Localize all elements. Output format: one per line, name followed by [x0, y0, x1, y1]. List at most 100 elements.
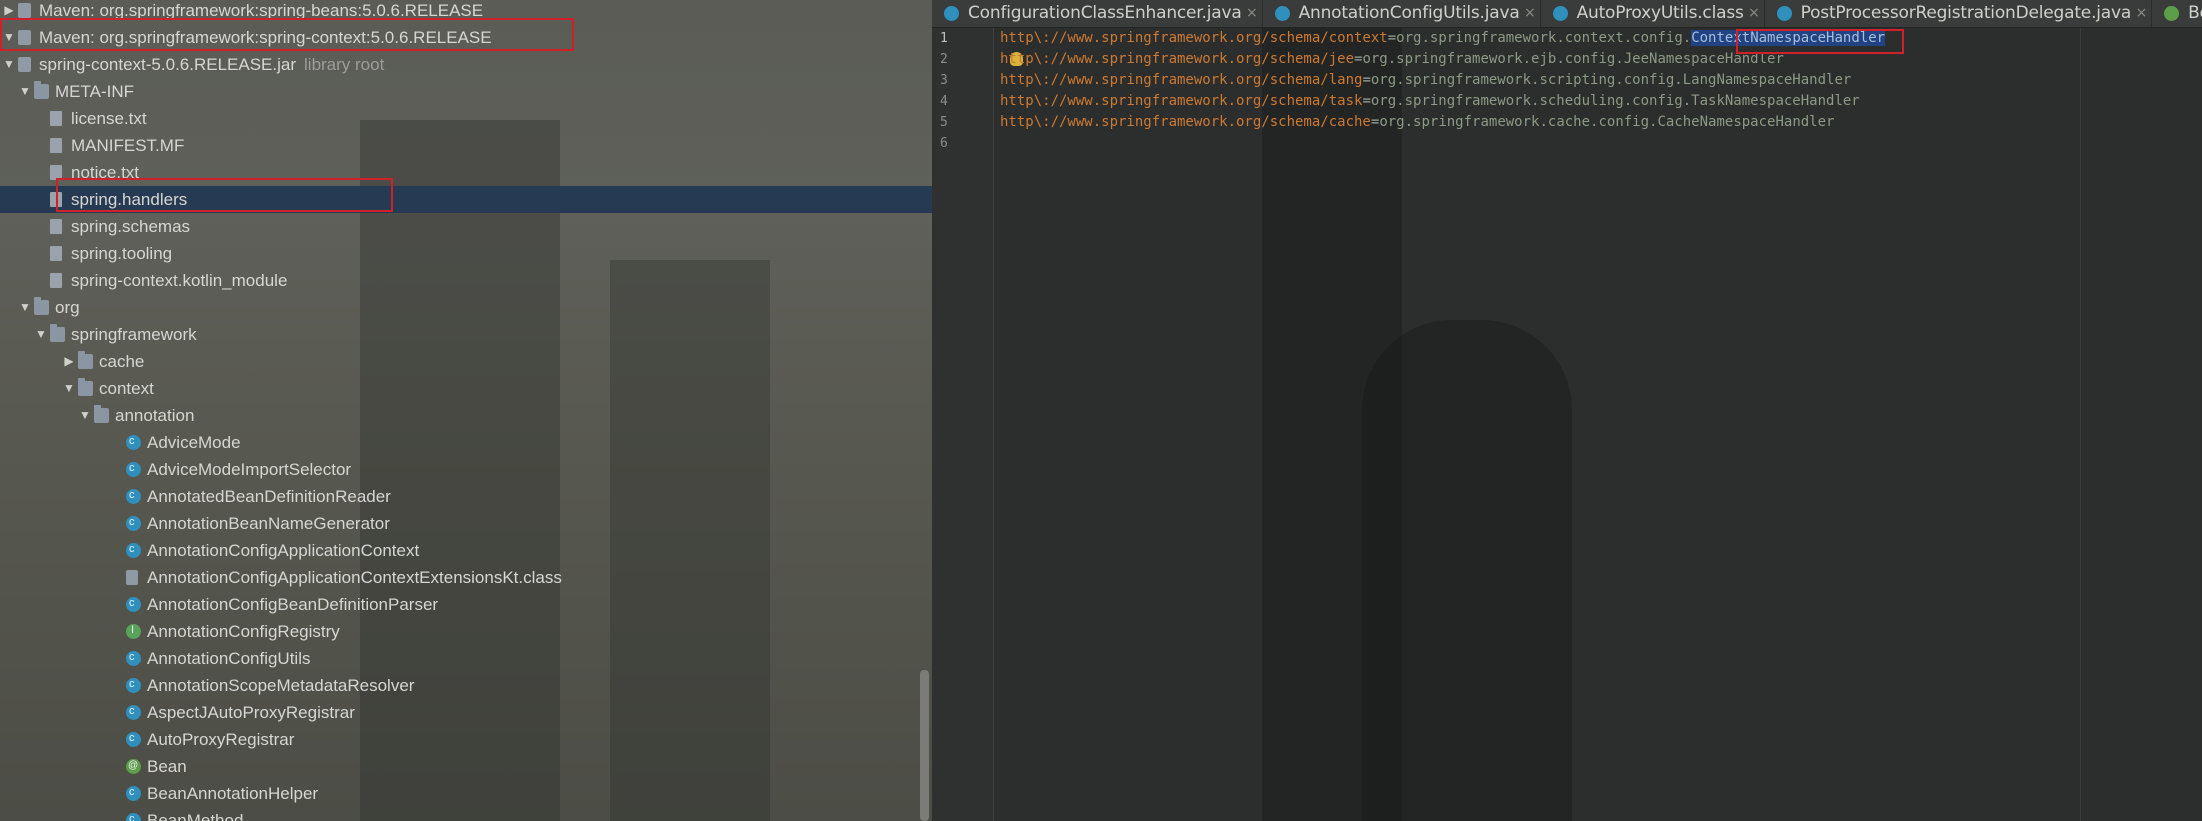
tree-row-label: spring.tooling: [71, 244, 173, 263]
code-line[interactable]: http\://www.springframework.org/schema/l…: [1000, 70, 1885, 91]
tree-row-label: AdviceMode: [147, 433, 241, 452]
tree-row-label: AspectJAutoProxyRegistrar: [147, 703, 355, 722]
tree-row-label: Bean: [147, 757, 187, 776]
close-icon[interactable]: ×: [2136, 0, 2148, 27]
tree-row-label: license.txt: [71, 109, 147, 128]
editor-tab-label: AnnotationConfigUtils.java: [1298, 3, 1520, 23]
class-icon: [126, 428, 141, 455]
tree-row[interactable]: AnnotatedBeanDefinitionReader: [0, 482, 932, 510]
tree-row-label: META-INF: [55, 82, 135, 101]
editor-tab[interactable]: AnnotationConfigUtils.java ×: [1263, 0, 1541, 27]
tree-row[interactable]: AdviceModeImportSelector: [0, 455, 932, 483]
tree-row[interactable]: ▼ org: [0, 294, 932, 321]
code-line[interactable]: [1000, 133, 1885, 154]
tree-row-label: AnnotationConfigBeanDefinitionParser: [147, 595, 439, 614]
class-icon: [1552, 6, 1568, 21]
line-number: 2: [940, 52, 948, 67]
property-value: org.springframework.context.config.: [1396, 30, 1692, 46]
editor-tab-label: ConfigurationClassEnhancer.java: [968, 3, 1242, 23]
property-separator: =: [1362, 93, 1371, 109]
editor-panel: ConfigurationClassEnhancer.java × Annotati…: [932, 0, 2202, 821]
class-icon: [126, 644, 141, 671]
tree-row[interactable]: ▼ META-INF: [0, 78, 932, 105]
tree-row[interactable]: spring.tooling: [0, 240, 932, 267]
tree-row-label: AutoProxyRegistrar: [147, 730, 295, 749]
tree-row-label: spring-context.kotlin_module: [71, 271, 288, 290]
tree-row[interactable]: ▼ context: [0, 375, 932, 402]
property-separator: =: [1387, 30, 1397, 46]
interface-icon: [126, 617, 141, 644]
tree-row[interactable]: MANIFEST.MF: [0, 132, 932, 159]
editor-tab[interactable]: BeanDefi: [2152, 0, 2202, 27]
expand-down-icon[interactable]: ▼: [2, 51, 16, 78]
tree-row[interactable]: ▶ cache: [0, 348, 932, 375]
tree-row[interactable]: AnnotationConfigBeanDefinitionParser: [0, 590, 932, 618]
editor-tab-bar: ConfigurationClassEnhancer.java × Annotati…: [932, 0, 2202, 28]
property-value: org.springframework.ejb.config.JeeNamesp…: [1362, 51, 1784, 67]
editor-tab-label: AutoProxyUtils.class: [1576, 3, 1744, 23]
expand-down-icon[interactable]: ▼: [78, 402, 92, 429]
editor-tab[interactable]: PostProcessorRegistrationDelegate.java ×: [1765, 0, 2153, 27]
file-icon: [50, 246, 62, 261]
tree-row[interactable]: AnnotationBeanNameGenerator: [0, 509, 932, 537]
tree-row-label: cache: [99, 352, 145, 371]
tree-row[interactable]: BeanAnnotationHelper: [0, 779, 932, 807]
tree-row[interactable]: AdviceMode: [0, 428, 932, 456]
tree-row[interactable]: AnnotationConfigUtils: [0, 644, 932, 672]
close-icon[interactable]: ×: [1524, 0, 1536, 27]
expand-down-icon[interactable]: ▼: [18, 78, 32, 105]
tree-row[interactable]: Bean: [0, 752, 932, 780]
tree-row-label: AnnotatedBeanDefinitionReader: [147, 487, 391, 506]
code-line[interactable]: http\://www.springframework.org/schema/c…: [1000, 112, 1885, 133]
line-number: 6: [940, 136, 948, 151]
tree-row-label: annotation: [115, 406, 195, 425]
editor-tab-label: BeanDefi: [2188, 3, 2202, 23]
tree-row[interactable]: AnnotationConfigApplicationContext: [0, 536, 932, 564]
property-value: org.springframework.scheduling.config.Ta…: [1370, 93, 1860, 109]
tree-row-label: MANIFEST.MF: [71, 136, 185, 155]
tree-row[interactable]: BeanMethod: [0, 806, 932, 821]
highlight-box-spring-context: [0, 18, 574, 51]
tree-row[interactable]: AnnotationConfigApplicationContextExtens…: [0, 564, 932, 591]
tree-row-label: BeanMethod: [147, 811, 244, 821]
file-icon: [50, 111, 62, 126]
package-icon: [50, 324, 65, 342]
editor-tab[interactable]: AutoProxyUtils.class ×: [1541, 0, 1765, 27]
tree-row[interactable]: AnnotationScopeMetadataResolver: [0, 671, 932, 699]
file-icon: [50, 273, 62, 288]
tree-row[interactable]: AnnotationConfigRegistry: [0, 617, 932, 645]
editor-tab[interactable]: ConfigurationClassEnhancer.java ×: [932, 0, 1263, 27]
close-icon[interactable]: ×: [1246, 0, 1258, 27]
tree-row[interactable]: spring.schemas: [0, 213, 932, 240]
tree-row[interactable]: AutoProxyRegistrar: [0, 725, 932, 753]
close-icon[interactable]: ×: [1748, 0, 1760, 27]
expand-down-icon[interactable]: ▼: [34, 321, 48, 348]
class-icon: [126, 509, 141, 536]
jar-icon: [18, 57, 31, 72]
code-line[interactable]: http\://www.springframework.org/schema/t…: [1000, 91, 1885, 112]
tree-row-label: AnnotationConfigRegistry: [147, 622, 340, 641]
package-icon: [78, 351, 93, 369]
expand-right-icon[interactable]: ▶: [62, 348, 76, 375]
project-tree-panel: ▶ Maven: org.springframework:spring-beans…: [0, 0, 932, 821]
tree-row[interactable]: AspectJAutoProxyRegistrar: [0, 698, 932, 726]
tree-row-label: AnnotationConfigApplicationContext: [147, 541, 420, 560]
tree-row[interactable]: ▼ annotation: [0, 402, 932, 429]
class-icon: [1274, 6, 1290, 21]
highlight-box-context-namespace-handler: [1736, 29, 1904, 54]
property-separator: =: [1362, 72, 1371, 88]
tree-row[interactable]: spring-context.kotlin_module: [0, 267, 932, 294]
annotation-icon: [126, 752, 141, 779]
tree-row[interactable]: ▼ springframework: [0, 321, 932, 348]
line-number: 5: [940, 115, 948, 130]
tree-scrollbar[interactable]: [920, 670, 929, 821]
expand-down-icon[interactable]: ▼: [62, 375, 76, 402]
tree-row[interactable]: license.txt: [0, 105, 932, 132]
tree-row[interactable]: ▼ spring-context-5.0.6.RELEASE.jar library…: [0, 51, 932, 78]
tree-rows: ▶ Maven: org.springframework:spring-beans…: [0, 0, 932, 821]
folder-icon: [34, 81, 49, 99]
class-icon: [126, 779, 141, 806]
class-icon: [126, 455, 141, 482]
expand-down-icon[interactable]: ▼: [18, 294, 32, 321]
tree-row-label: AnnotationConfigApplicationContextExtens…: [147, 568, 562, 587]
